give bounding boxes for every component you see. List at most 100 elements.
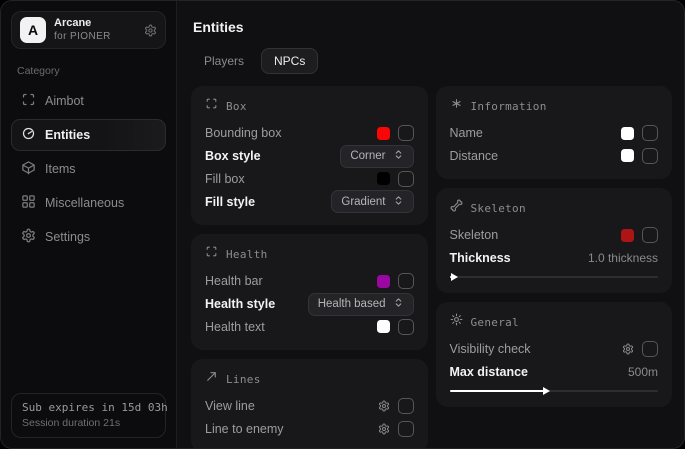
- app-name: Arcane: [54, 17, 111, 31]
- setting-label: Max distance: [450, 365, 529, 379]
- sidebar-item-label: Settings: [45, 230, 90, 244]
- tab-players[interactable]: Players: [191, 48, 257, 74]
- brand-card: A Arcane for PIONER: [11, 11, 166, 49]
- main-panel: Entities Players NPCs Box Bounding box: [177, 1, 684, 448]
- setting-row-line-to-enemy: Line to enemy: [205, 418, 414, 441]
- sidebar-item-aimbot[interactable]: Aimbot: [11, 85, 166, 117]
- card-skeleton-header: Skeleton: [450, 199, 659, 217]
- sidebar-item-items[interactable]: Items: [11, 153, 166, 185]
- slider-track: [450, 276, 659, 278]
- max-distance-slider[interactable]: [450, 386, 659, 395]
- thickness-slider[interactable]: [450, 272, 659, 281]
- sidebar: A Arcane for PIONER Category Aimbot Enti…: [1, 1, 177, 448]
- category-label: Category: [17, 65, 160, 77]
- fill-style-select[interactable]: Gradient: [331, 190, 413, 213]
- health-style-select[interactable]: Health based: [308, 293, 414, 316]
- slider-handle[interactable]: [451, 273, 458, 281]
- setting-label: Visibility check: [450, 342, 531, 356]
- card-title: Health: [226, 248, 268, 261]
- left-column: Box Bounding box Box style Corner: [191, 86, 428, 449]
- sidebar-item-entities[interactable]: Entities: [11, 119, 166, 151]
- setting-row-fill-style: Fill style Gradient: [205, 190, 414, 213]
- setting-label: View line: [205, 399, 255, 413]
- setting-label: Fill box: [205, 172, 245, 186]
- setting-label: Health text: [205, 320, 265, 334]
- health-text-checkbox[interactable]: [398, 319, 414, 335]
- fill-box-checkbox[interactable]: [398, 171, 414, 187]
- setting-label: Thickness: [450, 251, 511, 265]
- setting-label: Distance: [450, 149, 499, 163]
- select-value: Corner: [350, 150, 385, 162]
- tab-npcs[interactable]: NPCs: [261, 48, 318, 74]
- view-line-checkbox[interactable]: [398, 398, 414, 414]
- app-window: A Arcane for PIONER Category Aimbot Enti…: [0, 0, 685, 449]
- right-column: Information Name Distance: [436, 86, 673, 407]
- setting-row-name: Name: [450, 122, 659, 145]
- setting-row-health-bar: Health bar: [205, 270, 414, 293]
- card-information-header: Information: [450, 97, 659, 115]
- gear-icon[interactable]: [378, 423, 390, 435]
- card-health: Health Health bar Health style Health ba…: [191, 234, 428, 350]
- setting-label: Box style: [205, 149, 261, 163]
- gear-icon[interactable]: [144, 24, 157, 37]
- scan-icon: [21, 92, 36, 110]
- color-swatch[interactable]: [621, 149, 634, 162]
- card-columns: Box Bounding box Box style Corner: [191, 86, 672, 449]
- setting-row-box-style: Box style Corner: [205, 145, 414, 168]
- gear-icon[interactable]: [378, 400, 390, 412]
- sidebar-item-settings[interactable]: Settings: [11, 221, 166, 253]
- tab-bar: Players NPCs: [191, 48, 672, 74]
- card-title: Lines: [226, 373, 261, 386]
- select-value: Gradient: [341, 196, 385, 208]
- card-lines: Lines View line Line to enemy: [191, 359, 428, 449]
- app-logo: A: [20, 17, 46, 43]
- card-box: Box Bounding box Box style Corner: [191, 86, 428, 225]
- page-title: Entities: [193, 19, 672, 35]
- card-box-header: Box: [205, 97, 414, 115]
- sun-icon: [450, 313, 463, 331]
- box-style-select[interactable]: Corner: [340, 145, 413, 168]
- diagonal-arrow-icon: [205, 370, 218, 388]
- setting-label: Bounding box: [205, 126, 281, 140]
- scan-icon: [205, 97, 218, 115]
- card-title: Box: [226, 100, 247, 113]
- grid-icon: [21, 194, 36, 212]
- card-skeleton: Skeleton Skeleton Thickness 1.0 thicknes…: [436, 188, 673, 293]
- setting-row-health-text: Health text: [205, 316, 414, 339]
- bounding-box-checkbox[interactable]: [398, 125, 414, 141]
- health-bar-checkbox[interactable]: [398, 273, 414, 289]
- app-platform: for PIONER: [54, 31, 111, 44]
- sidebar-item-label: Miscellaneous: [45, 196, 124, 210]
- color-swatch[interactable]: [377, 172, 390, 185]
- setting-row-fill-box: Fill box: [205, 168, 414, 191]
- color-swatch[interactable]: [621, 127, 634, 140]
- chevrons-up-down-icon: [393, 195, 404, 209]
- name-checkbox[interactable]: [642, 125, 658, 141]
- color-swatch[interactable]: [377, 320, 390, 333]
- distance-checkbox[interactable]: [642, 148, 658, 164]
- line-to-enemy-checkbox[interactable]: [398, 421, 414, 437]
- setting-label: Fill style: [205, 195, 255, 209]
- sidebar-item-miscellaneous[interactable]: Miscellaneous: [11, 187, 166, 219]
- skeleton-checkbox[interactable]: [642, 227, 658, 243]
- setting-label: Skeleton: [450, 228, 499, 242]
- card-title: General: [471, 316, 519, 329]
- setting-row-view-line: View line: [205, 395, 414, 418]
- setting-row-health-style: Health style Health based: [205, 293, 414, 316]
- subscription-expiry: Sub expires in 15d 03h: [22, 401, 155, 414]
- max-distance-value: 500m: [628, 365, 658, 379]
- subscription-info: Sub expires in 15d 03h Session duration …: [11, 393, 166, 438]
- package-icon: [21, 160, 36, 178]
- gear-icon[interactable]: [622, 343, 634, 355]
- thickness-value: 1.0 thickness: [588, 251, 658, 265]
- setting-row-visibility-check: Visibility check: [450, 338, 659, 361]
- color-swatch[interactable]: [377, 275, 390, 288]
- card-information: Information Name Distance: [436, 86, 673, 179]
- visibility-check-checkbox[interactable]: [642, 341, 658, 357]
- chevrons-up-down-icon: [393, 297, 404, 311]
- slider-handle[interactable]: [543, 387, 550, 395]
- color-swatch[interactable]: [377, 127, 390, 140]
- setting-row-bounding-box: Bounding box: [205, 122, 414, 145]
- sidebar-nav: Aimbot Entities Items Miscellaneous Sett…: [11, 85, 166, 253]
- color-swatch[interactable]: [621, 229, 634, 242]
